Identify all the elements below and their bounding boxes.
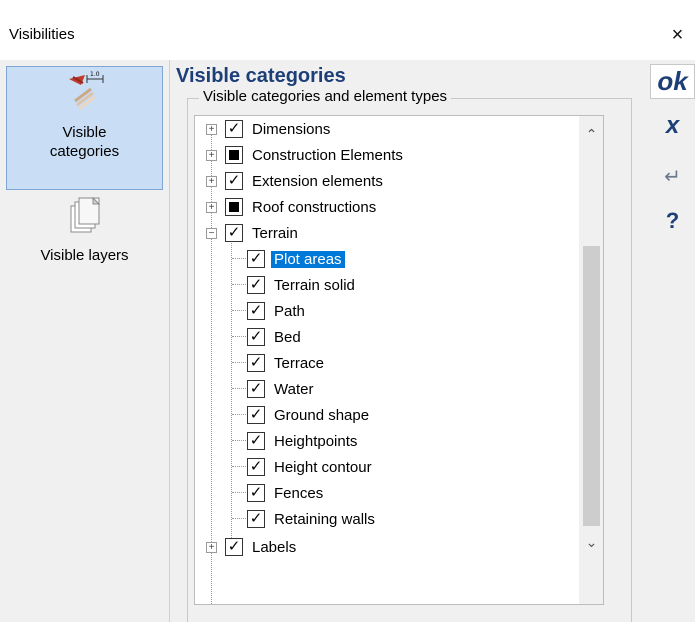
sidebar: 1.0 Visible categories Visible layers	[0, 60, 170, 622]
tree-item-label[interactable]: Retaining walls	[271, 511, 378, 528]
tree-item-label[interactable]: Labels	[249, 539, 299, 556]
collapse-icon[interactable]: −	[206, 228, 217, 239]
tree-item-fences: ✓ Fences	[247, 480, 326, 506]
scroll-down-icon[interactable]: ⌄	[579, 534, 603, 558]
tree-item-terrace: ✓ Terrace	[247, 350, 327, 376]
expand-icon[interactable]: +	[206, 202, 217, 213]
checkbox[interactable]	[225, 198, 243, 216]
expand-icon[interactable]: +	[206, 150, 217, 161]
tree-item-plot-areas: ✓ Plot areas	[247, 246, 346, 272]
scroll-thumb[interactable]	[583, 246, 600, 526]
expand-icon[interactable]: +	[206, 124, 217, 135]
tree-item-ground-shape: ✓ Ground shape	[247, 402, 372, 428]
groupbox-label: Visible categories and element types	[199, 88, 452, 105]
tree-item-label[interactable]: Ground shape	[271, 407, 372, 424]
visible-categories-icon: 1.0	[68, 71, 103, 111]
checkbox[interactable]: ✓	[247, 406, 265, 424]
svg-text:1.0: 1.0	[90, 71, 100, 78]
tree-item-label[interactable]: Extension elements	[249, 173, 386, 190]
checkbox[interactable]: ✓	[247, 458, 265, 476]
tree-item-bed: ✓ Bed	[247, 324, 304, 350]
checkbox[interactable]: ✓	[225, 224, 243, 242]
tree-item-water: ✓ Water	[247, 376, 316, 402]
checkbox[interactable]: ✓	[247, 380, 265, 398]
checkbox[interactable]: ✓	[247, 276, 265, 294]
tree-item-terrain: ✓ Terrain	[225, 220, 301, 246]
tree-item-label[interactable]: Heightpoints	[271, 433, 360, 450]
tree-item-dimensions: ✓ Dimensions	[225, 116, 333, 142]
window-title: Visibilities	[9, 26, 75, 43]
visible-layers-icon	[70, 196, 100, 233]
apply-button[interactable]: ↵	[650, 164, 695, 189]
sidebar-item-label: Visible	[62, 124, 107, 141]
tree-item-extension-elements: ✓ Extension elements	[225, 168, 386, 194]
tree-item-label[interactable]: Terrain	[249, 225, 301, 242]
checkbox[interactable]: ✓	[225, 538, 243, 556]
tree-item-label[interactable]: Path	[271, 303, 308, 320]
checkbox[interactable]: ✓	[247, 510, 265, 528]
tree-item-height-contour: ✓ Height contour	[247, 454, 375, 480]
checkbox[interactable]: ✓	[247, 302, 265, 320]
expand-icon[interactable]: +	[206, 176, 217, 187]
tree-item-label[interactable]: Height contour	[271, 459, 375, 476]
checkbox[interactable]: ✓	[247, 354, 265, 372]
checkbox[interactable]: ✓	[247, 484, 265, 502]
close-button[interactable]: ×	[660, 18, 695, 52]
checkbox[interactable]	[225, 146, 243, 164]
tree-item-label[interactable]: Terrace	[271, 355, 327, 372]
checkbox[interactable]: ✓	[225, 172, 243, 190]
tree-item-label[interactable]: Dimensions	[249, 121, 333, 138]
help-button[interactable]: ?	[650, 208, 695, 234]
checkbox[interactable]: ✓	[247, 432, 265, 450]
main-panel: Visible categories Visible categories an…	[170, 60, 640, 622]
sidebar-item-label: categories	[49, 143, 120, 160]
vertical-scrollbar[interactable]: ⌃ ⌄	[579, 116, 603, 604]
checkbox[interactable]: ✓	[225, 120, 243, 138]
tree-item-terrain-solid: ✓ Terrain solid	[247, 272, 358, 298]
sidebar-item-visible-layers[interactable]: Visible layers	[6, 192, 163, 282]
action-bar: ok x ↵ ?	[640, 60, 695, 622]
tree-item-label[interactable]: Bed	[271, 329, 304, 346]
cancel-button[interactable]: x	[650, 112, 695, 140]
tree-item-retaining-walls: ✓ Retaining walls	[247, 506, 378, 532]
tree-item-construction-elements: Construction Elements	[225, 142, 406, 168]
page-title: Visible categories	[176, 65, 346, 87]
expand-icon[interactable]: +	[206, 542, 217, 553]
sidebar-item-visible-categories[interactable]: 1.0 Visible categories	[6, 66, 163, 190]
tree-item-path: ✓ Path	[247, 298, 308, 324]
checkbox[interactable]: ✓	[247, 250, 265, 268]
tree-item-label[interactable]: Construction Elements	[249, 147, 406, 164]
tree-item-labels: ✓ Labels	[225, 534, 299, 560]
tree-item-label[interactable]: Terrain solid	[271, 277, 358, 294]
tree-item-label[interactable]: Plot areas	[270, 249, 346, 269]
tree-item-roof-constructions: Roof constructions	[225, 194, 379, 220]
scroll-up-icon[interactable]: ⌃	[579, 126, 603, 150]
ok-button[interactable]: ok	[650, 64, 695, 99]
title-bar: Visibilities ×	[0, 0, 695, 60]
checkbox[interactable]: ✓	[247, 328, 265, 346]
category-tree: + ✓ Dimensions + Construction Elements +…	[194, 115, 604, 605]
tree-item-label[interactable]: Roof constructions	[249, 199, 379, 216]
tree-item-label[interactable]: Fences	[271, 485, 326, 502]
tree-item-heightpoints: ✓ Heightpoints	[247, 428, 360, 454]
sidebar-item-label: Visible layers	[40, 247, 129, 264]
tree-item-label[interactable]: Water	[271, 381, 316, 398]
